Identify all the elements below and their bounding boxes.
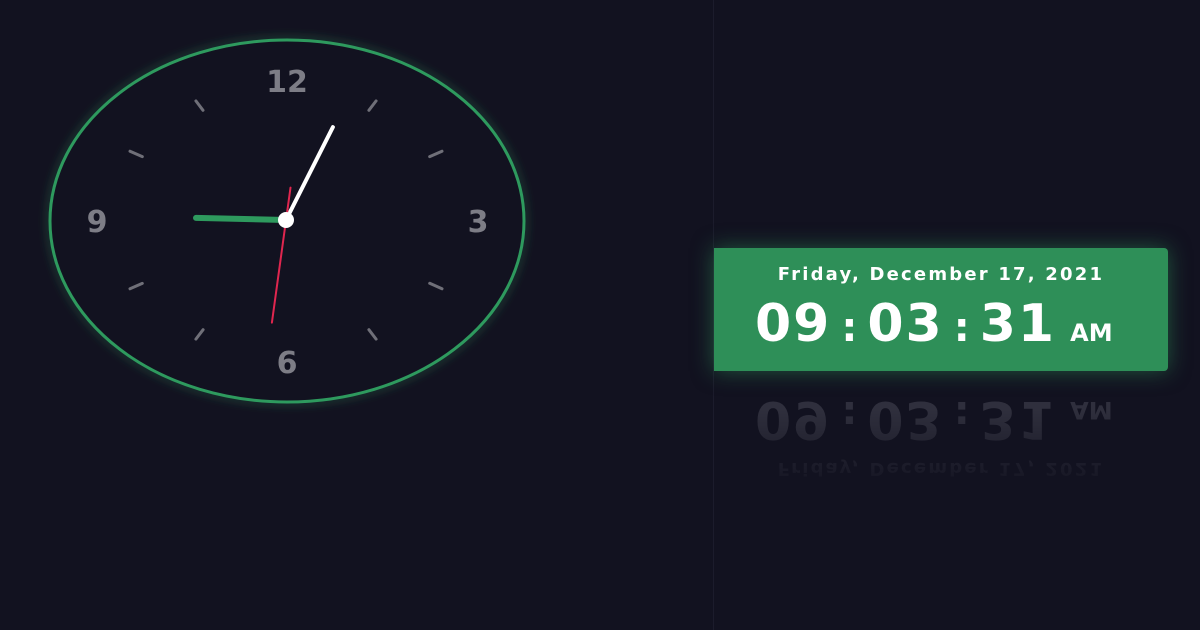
numeral-6: 6 <box>277 346 298 381</box>
analog-clock: 12 3 6 9 <box>45 35 529 407</box>
numeral-9: 9 <box>87 205 108 240</box>
time-separator: : <box>953 305 970 351</box>
time-ampm: AM <box>1070 319 1113 347</box>
time-display: 09 : 03 : 31 AM <box>755 294 1113 354</box>
date-label: Friday, December 17, 2021 <box>777 264 1105 285</box>
time-separator: : <box>841 305 858 351</box>
time-seconds: 31 <box>979 294 1057 354</box>
time-hours: 09 <box>755 294 832 354</box>
time-minutes: 03 <box>867 294 944 354</box>
hour-hand <box>193 214 289 223</box>
center-pin <box>278 212 294 228</box>
numeral-3: 3 <box>468 205 489 240</box>
numeral-12: 12 <box>266 65 308 100</box>
digital-clock-panel: Friday, December 17, 2021 09 : 03 : 31 A… <box>714 248 1168 371</box>
